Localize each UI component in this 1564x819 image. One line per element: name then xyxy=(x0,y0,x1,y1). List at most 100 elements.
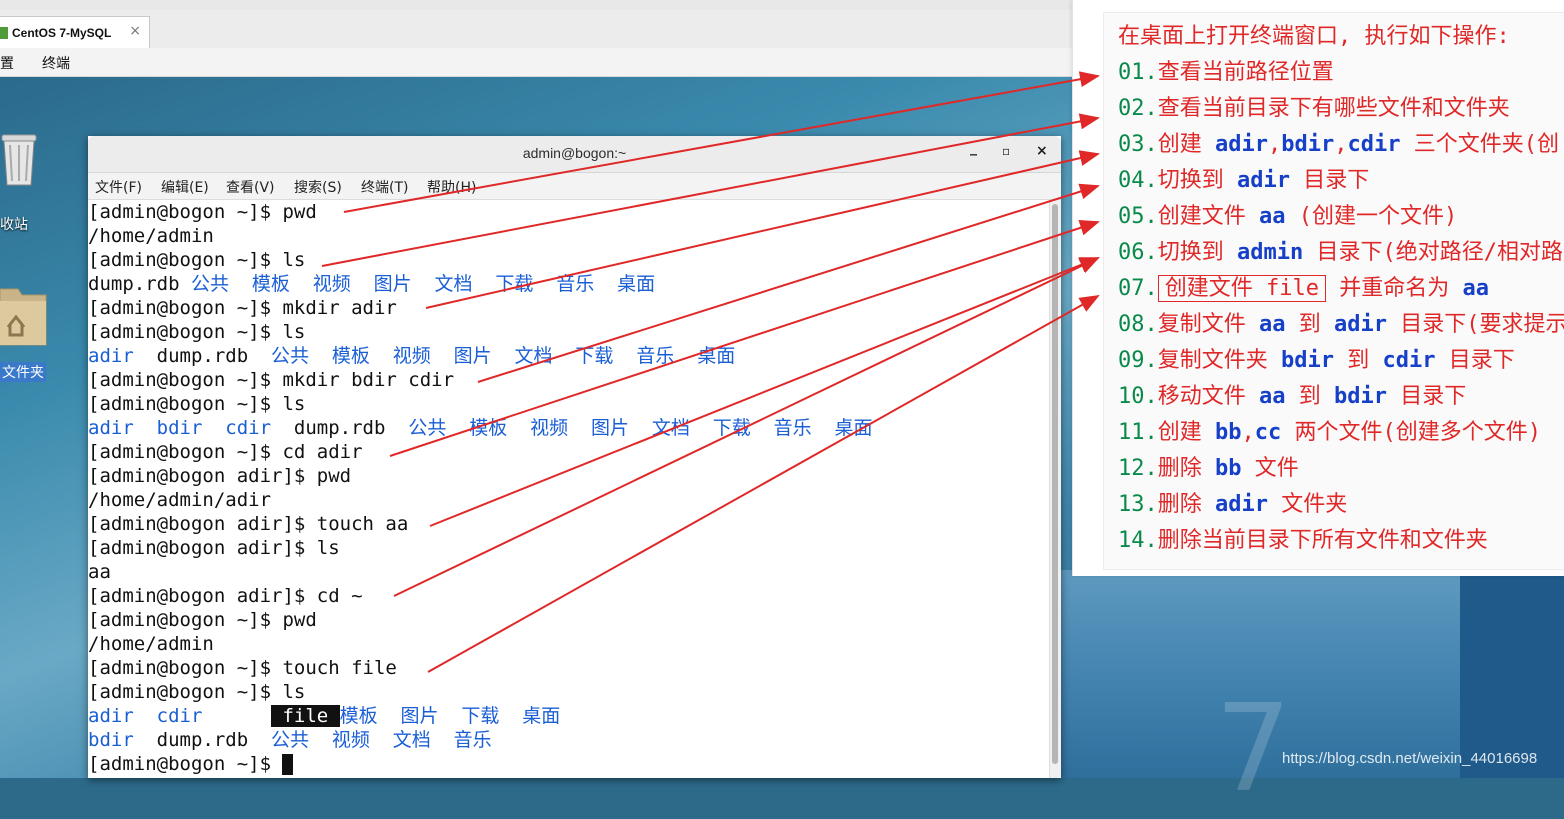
instruction-number: 08. xyxy=(1118,312,1158,337)
terminal-titlebar[interactable]: admin@bogon:~ _ ▫ × xyxy=(88,136,1061,173)
instruction-number: 10. xyxy=(1118,384,1158,409)
maximize-button[interactable]: ▫ xyxy=(1002,144,1010,158)
instruction-panel: 在桌面上打开终端窗口, 执行如下操作: 01.查看当前路径位置 02.查看当前目录下… xyxy=(1072,0,1564,576)
instruction-number: 02. xyxy=(1118,96,1158,121)
instruction-keyword: bb xyxy=(1215,456,1242,481)
instruction-item: 11.创建 bb,cc 两个文件(创建多个文件) xyxy=(1118,415,1541,451)
instruction-text: 切换到 xyxy=(1157,240,1237,265)
instruction-text: , xyxy=(1267,132,1282,157)
instruction-keyword: aa xyxy=(1259,384,1286,409)
terminal-line: [admin@bogon ~]$ ls xyxy=(88,680,305,704)
instruction-text: (创建一个文件) xyxy=(1285,204,1458,229)
instruction-text: 删除 xyxy=(1157,492,1215,517)
menu-help[interactable]: 帮助(H) xyxy=(427,177,476,197)
instruction-number: 09. xyxy=(1118,348,1158,373)
instruction-text: 目录下 xyxy=(1386,384,1467,409)
instruction-text: 移动文件 xyxy=(1157,384,1259,409)
instruction-number: 14. xyxy=(1118,528,1158,553)
terminal-text: [admin@bogon ~]$ touch file xyxy=(88,657,397,679)
terminal-line: [admin@bogon ~]$ cd adir xyxy=(88,440,363,464)
menu-search[interactable]: 搜索(S) xyxy=(294,177,342,197)
terminal-text: adir bdir cdir xyxy=(88,417,272,439)
instruction-item: 09.复制文件夹 bdir 到 cdir 目录下 xyxy=(1118,343,1515,379)
menu-view[interactable]: 查看(V) xyxy=(226,177,275,197)
instruction-number: 03. xyxy=(1118,132,1158,157)
instruction-number: 01. xyxy=(1118,60,1158,85)
terminal-line: aa xyxy=(88,560,111,584)
instruction-text: 切换到 xyxy=(1157,168,1237,193)
terminal-text: bdir xyxy=(88,729,134,751)
instruction-heading: 在桌面上打开终端窗口, 执行如下操作: xyxy=(1118,19,1510,55)
terminal-line: bdir dump.rdb 公共 视频 文档 音乐 xyxy=(88,728,492,752)
terminal-title: admin@bogon:~ xyxy=(522,145,627,161)
home-folder-icon[interactable] xyxy=(0,277,48,347)
terminal-text: adir cdir xyxy=(88,705,203,727)
terminal-window[interactable]: admin@bogon:~ _ ▫ × 文件(F) 编辑(E) 查看(V) 搜索… xyxy=(88,136,1061,778)
terminal-text: [admin@bogon ~]$ pwd xyxy=(88,609,317,631)
instruction-item: 14.删除当前目录下所有文件和文件夹 xyxy=(1118,523,1488,559)
instruction-keyword: cc xyxy=(1254,420,1282,445)
trash-icon[interactable] xyxy=(0,129,40,187)
instruction-text: 文件夹 xyxy=(1267,492,1348,517)
terminal-text: /home/admin xyxy=(88,633,214,655)
terminal-text: 模板 图片 下载 桌面 xyxy=(339,705,561,727)
terminal-selection: file xyxy=(271,705,340,727)
instruction-text: , xyxy=(1334,132,1348,157)
terminal-line: /home/admin/adir xyxy=(88,488,271,512)
instruction-keyword: bdir xyxy=(1334,384,1387,409)
instruction-keyword: bb xyxy=(1215,420,1242,445)
instruction-text: 到 xyxy=(1333,348,1383,373)
instruction-text: 复制文件夹 xyxy=(1157,348,1281,373)
terminal-text: [admin@bogon ~]$ ls xyxy=(88,321,306,343)
close-button[interactable]: × xyxy=(1036,143,1048,159)
terminal-menu-bar: 文件(F) 编辑(E) 查看(V) 搜索(S) 终端(T) 帮助(H) xyxy=(88,173,1061,200)
terminal-line: adir dump.rdb 公共 模板 视频 图片 文档 下载 音乐 桌面 xyxy=(88,344,735,368)
instruction-text: 查看当前路径位置 xyxy=(1157,60,1334,85)
menu-terminal[interactable]: 终端(T) xyxy=(361,177,408,197)
scrollbar-thumb[interactable] xyxy=(1052,204,1058,764)
vm-menu-bar: 置 终端 xyxy=(0,48,1075,77)
instruction-keyword: bdir xyxy=(1281,348,1334,373)
terminal-text: [admin@bogon ~]$ mkdir adir xyxy=(88,297,397,319)
terminal-line: [admin@bogon ~]$ pwd xyxy=(88,200,317,224)
terminal-line: [admin@bogon ~]$ mkdir adir xyxy=(88,296,397,320)
terminal-text: [admin@bogon adir]$ touch aa xyxy=(88,513,409,535)
menu-file[interactable]: 文件(F) xyxy=(95,177,142,197)
terminal-text: /home/admin xyxy=(88,225,214,247)
terminal-line: /home/admin xyxy=(88,224,214,248)
instruction-keyword: adir xyxy=(1215,132,1268,157)
instruction-text: 到 xyxy=(1285,384,1334,409)
instruction-text: 创建文件 xyxy=(1157,204,1259,229)
instruction-text: 目录下 xyxy=(1435,348,1515,373)
instruction-number: 04. xyxy=(1118,168,1158,193)
terminal-line: [admin@bogon ~]$ pwd xyxy=(88,608,317,632)
terminal-line: [admin@bogon ~]$ touch file xyxy=(88,656,397,680)
terminal-text: adir xyxy=(88,345,134,367)
terminal-scrollbar[interactable] xyxy=(1049,200,1061,778)
instruction-item: 13.删除 adir 文件夹 xyxy=(1118,487,1347,523)
instruction-keyword: adir xyxy=(1237,168,1290,193)
tab-centos-vm[interactable]: CentOS 7-MySQL × xyxy=(0,16,150,48)
terminal-output[interactable]: [admin@bogon ~]$ pwd/home/admin [admin@bo… xyxy=(88,200,1050,778)
vm-menu-settings[interactable]: 置 xyxy=(0,53,14,73)
vm-menu-terminal[interactable]: 终端 xyxy=(42,53,70,73)
terminal-text: 公共 视频 文档 音乐 xyxy=(271,729,492,751)
close-icon[interactable]: × xyxy=(129,23,141,39)
trash-label: 收站 xyxy=(0,217,28,233)
menu-edit[interactable]: 编辑(E) xyxy=(161,177,209,197)
tab-title: CentOS 7-MySQL xyxy=(12,25,112,40)
instruction-number: 07. xyxy=(1118,276,1158,301)
terminal-text: 公共 模板 视频 图片 文档 下载 音乐 桌面 xyxy=(271,345,736,367)
instruction-item: 07. 创建文件 file 并重命名为 aa xyxy=(1118,271,1489,307)
instruction-text: 到 xyxy=(1285,312,1334,337)
terminal-text: [admin@bogon adir]$ cd ~ xyxy=(88,585,363,607)
terminal-line: [admin@bogon ~]$ mkdir bdir cdir xyxy=(88,368,454,392)
instruction-list: 在桌面上打开终端窗口, 执行如下操作: 01.查看当前路径位置 02.查看当前目录下… xyxy=(1103,12,1564,570)
home-folder-label[interactable]: 文件夹 xyxy=(0,362,46,382)
minimize-button[interactable]: _ xyxy=(970,140,977,156)
instruction-item: 01.查看当前路径位置 xyxy=(1118,55,1334,91)
instruction-text: 在桌面上打开终端窗口, 执行如下操作: xyxy=(1118,24,1510,49)
terminal-line: [admin@bogon ~]$ ls xyxy=(88,392,305,416)
terminal-line: [admin@bogon adir]$ ls xyxy=(88,536,340,560)
